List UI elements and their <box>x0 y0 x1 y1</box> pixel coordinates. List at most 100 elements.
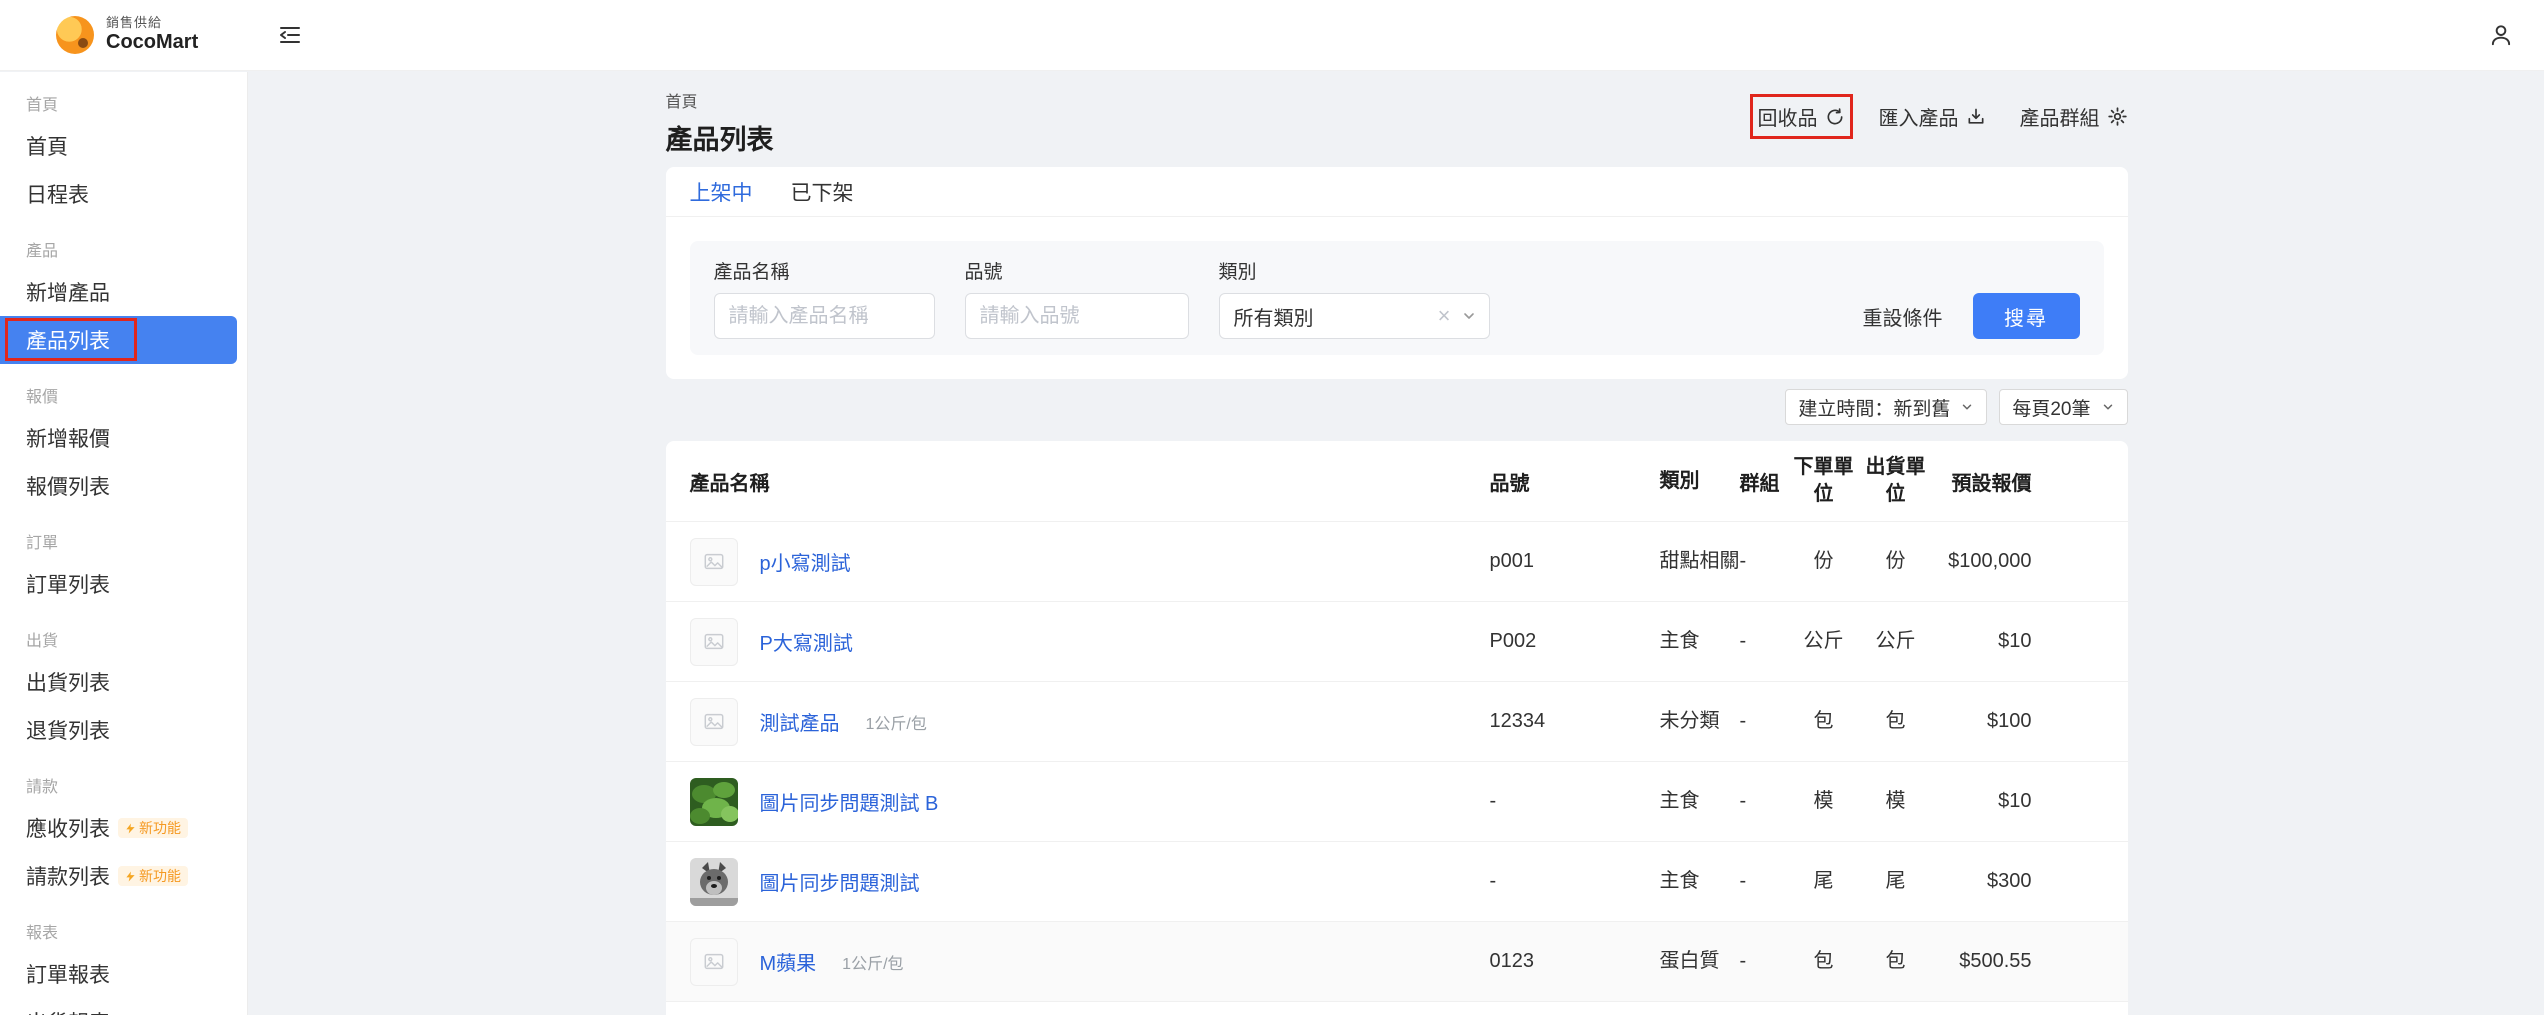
col-ship-unit: 出貨單位 <box>1865 456 1926 505</box>
tab-on-shelf[interactable]: 上架中 <box>690 177 753 207</box>
group-cell: - <box>1739 950 1747 972</box>
import-icon <box>1968 108 1983 124</box>
sidebar-item-add-quote[interactable]: 新增報價 <box>0 414 247 462</box>
price-cell: $10 <box>1998 790 2032 812</box>
gear-icon <box>2107 107 2127 126</box>
price-cell: $100,000 <box>1948 550 2032 572</box>
col-category: 類別 <box>1659 469 1700 492</box>
new-feature-badge: 新功能 <box>118 818 188 838</box>
col-sku: 品號 <box>1489 472 1530 495</box>
ship-unit-cell: 公斤 <box>1875 630 1916 652</box>
group-cell: - <box>1739 710 1747 732</box>
sku-cell: 0123 <box>1489 950 1535 972</box>
product-photo-dog-gray <box>689 857 738 906</box>
product-link[interactable]: 測試產品 <box>760 707 840 736</box>
order-unit-cell: 尾 <box>1813 870 1834 892</box>
recycle-bin-button[interactable]: 回收品 <box>1749 94 1853 139</box>
sidebar-section-order: 訂單 <box>26 535 59 552</box>
sku-cell: 12334 <box>1489 710 1546 732</box>
ship-unit-cell: 份 <box>1885 550 1906 572</box>
product-link[interactable]: P大寫測試 <box>760 627 853 656</box>
sidebar-item-home[interactable]: 首頁 <box>0 122 247 170</box>
menu-fold-icon[interactable] <box>278 23 302 47</box>
status-tabs: 上架中 已下架 <box>665 167 2128 217</box>
user-icon[interactable] <box>2488 22 2514 48</box>
sidebar-item-product-list[interactable]: 產品列表 <box>0 316 237 364</box>
clear-icon[interactable]: × <box>1438 305 1451 327</box>
group-cell: - <box>1739 790 1747 812</box>
main-area: 首頁 產品列表 回收品 匯入產品 產品群組 上架中 已下架 產品名稱 請輸入產品… <box>249 72 2544 1015</box>
product-link[interactable]: M蘋果 <box>760 947 817 976</box>
sidebar-section-home: 首頁 <box>26 97 59 114</box>
product-spec-label: 1公斤/包 <box>842 955 904 973</box>
chevron-down-icon <box>1963 404 1972 410</box>
product-table: 產品名稱 品號 類別 群組 下單單位 出貨單位 預設報價 p小寫測試 p001 … <box>665 441 2128 1015</box>
brand-name: CocoMart <box>106 30 199 53</box>
sku-cell: p001 <box>1489 550 1535 572</box>
sku-cell: - <box>1489 870 1497 892</box>
table-header-row: 產品名稱 品號 類別 群組 下單單位 出貨單位 預設報價 <box>665 441 2128 522</box>
price-cell: $10 <box>1998 630 2032 652</box>
brand-logo-icon <box>56 16 94 54</box>
col-order-unit: 下單單位 <box>1793 456 1854 505</box>
sidebar-item-order-list[interactable]: 訂單列表 <box>0 560 247 608</box>
tab-off-shelf[interactable]: 已下架 <box>791 177 854 207</box>
col-price: 預設報價 <box>1951 472 2032 495</box>
chevron-down-icon <box>1463 313 1474 319</box>
import-products-button[interactable]: 匯入產品 <box>1879 102 1986 131</box>
sku-input[interactable] <box>964 293 1189 339</box>
sidebar-item-order-report[interactable]: 訂單報表 <box>0 950 247 998</box>
image-placeholder-icon <box>689 937 738 986</box>
ship-unit-cell: 包 <box>1885 710 1906 732</box>
category-cell: 甜點相關 <box>1659 550 1740 572</box>
ship-unit-cell: 尾 <box>1885 870 1906 892</box>
sidebar-item-add-product[interactable]: 新增產品 <box>0 268 247 316</box>
ship-unit-cell: 模 <box>1885 790 1906 812</box>
image-placeholder-icon <box>689 537 738 586</box>
col-name: 產品名稱 <box>689 472 770 495</box>
group-cell: - <box>1739 630 1747 652</box>
order-unit-cell: 份 <box>1813 550 1834 572</box>
sku-cell: - <box>1489 790 1497 812</box>
sidebar-item-billing-list[interactable]: 請款列表 新功能 <box>0 852 247 900</box>
search-button[interactable]: 搜尋 <box>1972 293 2080 339</box>
category-select-value: 所有類別 <box>1233 307 1314 330</box>
sku-label: 品號 <box>964 262 1003 283</box>
product-link[interactable]: p小寫測試 <box>760 547 851 576</box>
table-row: 圖片同步問題測試 B - 主食 - 模 模 $10 <box>665 762 2128 842</box>
filter-card: 上架中 已下架 產品名稱 品號 類別 所有類別 <box>665 167 2128 379</box>
table-row: M蘋果 1公斤/包 0123 蛋白質 - 包 包 $500.55 <box>665 922 2128 1002</box>
sort-created-dropdown[interactable]: 建立時間：新到舊 <box>1785 389 1988 425</box>
brand-small-label: 銷售供給 <box>106 15 163 31</box>
brand[interactable]: 銷售供給 CocoMart <box>0 15 248 54</box>
product-groups-button[interactable]: 產品群組 <box>2020 102 2128 131</box>
sidebar-item-return-list[interactable]: 退貨列表 <box>0 706 247 754</box>
sidebar-item-schedule[interactable]: 日程表 <box>0 170 247 218</box>
sidebar-item-quote-list[interactable]: 報價列表 <box>0 462 247 510</box>
sidebar-section-report: 報表 <box>26 925 59 942</box>
price-cell: $300 <box>1987 870 2032 892</box>
product-name-input[interactable] <box>713 293 935 339</box>
category-cell: 主食 <box>1659 630 1700 652</box>
price-cell: $500.55 <box>1959 950 2032 972</box>
sidebar-item-shipping-report[interactable]: 出貨報表 <box>0 998 247 1015</box>
category-cell: 蛋白質 <box>1659 950 1720 972</box>
category-cell: 主食 <box>1659 870 1700 892</box>
order-unit-cell: 包 <box>1813 710 1834 732</box>
category-select[interactable]: 所有類別 × <box>1218 293 1490 339</box>
sidebar-item-receivable-list[interactable]: 應收列表 新功能 <box>0 804 247 852</box>
sidebar-item-shipping-list[interactable]: 出貨列表 <box>0 658 247 706</box>
page-size-dropdown[interactable]: 每頁20筆 <box>1999 389 2128 425</box>
price-cell: $100 <box>1987 710 2032 732</box>
table-row: 測試產品 1公斤/包 12334 未分類 - 包 包 $100 <box>665 682 2128 762</box>
group-cell: - <box>1739 870 1747 892</box>
reset-filters-button[interactable]: 重設條件 <box>1863 302 1943 331</box>
top-bar: 銷售供給 CocoMart <box>0 0 2544 71</box>
category-cell: 主食 <box>1659 790 1700 812</box>
sidebar-section-quote: 報價 <box>26 389 59 406</box>
group-cell: - <box>1739 550 1747 572</box>
product-link[interactable]: 圖片同步問題測試 <box>760 867 920 896</box>
image-placeholder-icon <box>689 617 738 666</box>
lightning-icon <box>126 870 135 882</box>
product-link[interactable]: 圖片同步問題測試 B <box>760 787 939 816</box>
